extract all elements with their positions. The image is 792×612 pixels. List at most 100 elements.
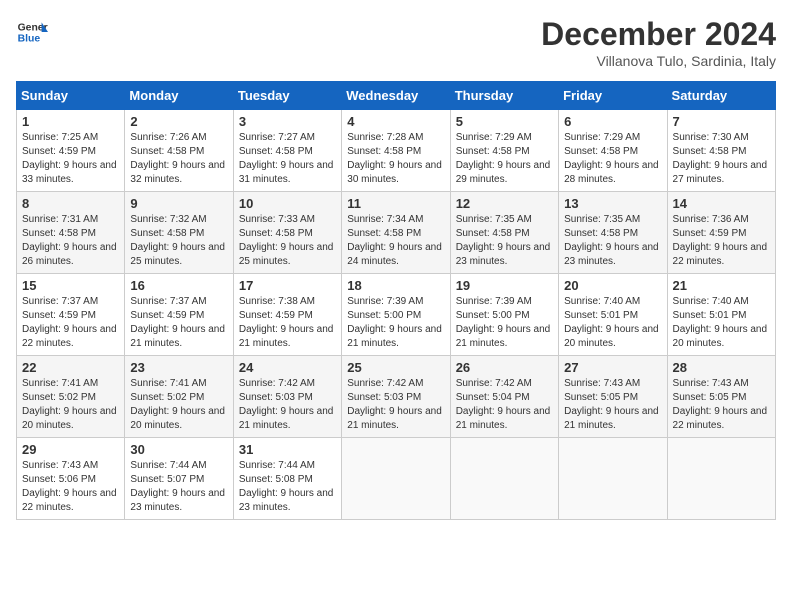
day-cell: 13 Sunrise: 7:35 AM Sunset: 4:58 PM Dayl… [559,192,667,274]
day-info: Sunrise: 7:43 AM Sunset: 5:05 PM Dayligh… [673,377,770,433]
day-info: Sunrise: 7:44 AM Sunset: 5:08 PM Dayligh… [239,459,336,515]
day-number: 7 [673,114,770,129]
day-number: 13 [564,196,661,211]
day-cell: 15 Sunrise: 7:37 AM Sunset: 4:59 PM Dayl… [17,274,125,356]
day-info: Sunrise: 7:40 AM Sunset: 5:01 PM Dayligh… [564,295,661,351]
day-cell: 9 Sunrise: 7:32 AM Sunset: 4:58 PM Dayli… [125,192,233,274]
day-info: Sunrise: 7:26 AM Sunset: 4:58 PM Dayligh… [130,131,227,187]
day-info: Sunrise: 7:33 AM Sunset: 4:58 PM Dayligh… [239,213,336,269]
week-row-3: 15 Sunrise: 7:37 AM Sunset: 4:59 PM Dayl… [17,274,776,356]
day-number: 14 [673,196,770,211]
day-number: 28 [673,360,770,375]
day-number: 21 [673,278,770,293]
svg-text:Blue: Blue [18,34,41,45]
day-cell: 22 Sunrise: 7:41 AM Sunset: 5:02 PM Dayl… [17,356,125,438]
day-cell: 26 Sunrise: 7:42 AM Sunset: 5:04 PM Dayl… [450,356,558,438]
day-info: Sunrise: 7:40 AM Sunset: 5:01 PM Dayligh… [673,295,770,351]
day-number: 1 [22,114,119,129]
day-info: Sunrise: 7:43 AM Sunset: 5:05 PM Dayligh… [564,377,661,433]
day-cell [667,438,775,520]
day-info: Sunrise: 7:43 AM Sunset: 5:06 PM Dayligh… [22,459,119,515]
day-cell: 5 Sunrise: 7:29 AM Sunset: 4:58 PM Dayli… [450,110,558,192]
day-cell: 18 Sunrise: 7:39 AM Sunset: 5:00 PM Dayl… [342,274,450,356]
day-number: 9 [130,196,227,211]
day-number: 4 [347,114,444,129]
day-cell: 25 Sunrise: 7:42 AM Sunset: 5:03 PM Dayl… [342,356,450,438]
day-info: Sunrise: 7:32 AM Sunset: 4:58 PM Dayligh… [130,213,227,269]
day-cell: 4 Sunrise: 7:28 AM Sunset: 4:58 PM Dayli… [342,110,450,192]
location-subtitle: Villanova Tulo, Sardinia, Italy [541,53,776,69]
day-info: Sunrise: 7:25 AM Sunset: 4:59 PM Dayligh… [22,131,119,187]
day-number: 5 [456,114,553,129]
day-info: Sunrise: 7:31 AM Sunset: 4:58 PM Dayligh… [22,213,119,269]
day-number: 29 [22,442,119,457]
day-info: Sunrise: 7:42 AM Sunset: 5:03 PM Dayligh… [239,377,336,433]
day-cell: 27 Sunrise: 7:43 AM Sunset: 5:05 PM Dayl… [559,356,667,438]
day-cell: 16 Sunrise: 7:37 AM Sunset: 4:59 PM Dayl… [125,274,233,356]
calendar-table: SundayMondayTuesdayWednesdayThursdayFrid… [16,81,776,520]
day-info: Sunrise: 7:29 AM Sunset: 4:58 PM Dayligh… [456,131,553,187]
day-info: Sunrise: 7:35 AM Sunset: 4:58 PM Dayligh… [564,213,661,269]
day-number: 3 [239,114,336,129]
day-cell: 29 Sunrise: 7:43 AM Sunset: 5:06 PM Dayl… [17,438,125,520]
day-info: Sunrise: 7:44 AM Sunset: 5:07 PM Dayligh… [130,459,227,515]
day-cell: 1 Sunrise: 7:25 AM Sunset: 4:59 PM Dayli… [17,110,125,192]
logo-icon: General Blue [16,16,48,48]
day-number: 17 [239,278,336,293]
day-info: Sunrise: 7:34 AM Sunset: 4:58 PM Dayligh… [347,213,444,269]
day-cell: 12 Sunrise: 7:35 AM Sunset: 4:58 PM Dayl… [450,192,558,274]
day-number: 10 [239,196,336,211]
day-cell: 24 Sunrise: 7:42 AM Sunset: 5:03 PM Dayl… [233,356,341,438]
logo: General Blue [16,16,48,48]
day-number: 16 [130,278,227,293]
day-info: Sunrise: 7:38 AM Sunset: 4:59 PM Dayligh… [239,295,336,351]
day-cell: 11 Sunrise: 7:34 AM Sunset: 4:58 PM Dayl… [342,192,450,274]
header-thursday: Thursday [450,82,558,110]
calendar-header-row: SundayMondayTuesdayWednesdayThursdayFrid… [17,82,776,110]
day-info: Sunrise: 7:35 AM Sunset: 4:58 PM Dayligh… [456,213,553,269]
day-info: Sunrise: 7:30 AM Sunset: 4:58 PM Dayligh… [673,131,770,187]
day-number: 20 [564,278,661,293]
week-row-4: 22 Sunrise: 7:41 AM Sunset: 5:02 PM Dayl… [17,356,776,438]
day-info: Sunrise: 7:29 AM Sunset: 4:58 PM Dayligh… [564,131,661,187]
day-cell: 17 Sunrise: 7:38 AM Sunset: 4:59 PM Dayl… [233,274,341,356]
header-sunday: Sunday [17,82,125,110]
day-cell: 2 Sunrise: 7:26 AM Sunset: 4:58 PM Dayli… [125,110,233,192]
day-cell: 8 Sunrise: 7:31 AM Sunset: 4:58 PM Dayli… [17,192,125,274]
header-tuesday: Tuesday [233,82,341,110]
header-friday: Friday [559,82,667,110]
page-header: General Blue December 2024 Villanova Tul… [16,16,776,69]
title-block: December 2024 Villanova Tulo, Sardinia, … [541,16,776,69]
day-number: 22 [22,360,119,375]
day-number: 18 [347,278,444,293]
day-info: Sunrise: 7:42 AM Sunset: 5:03 PM Dayligh… [347,377,444,433]
day-cell: 3 Sunrise: 7:27 AM Sunset: 4:58 PM Dayli… [233,110,341,192]
day-number: 6 [564,114,661,129]
day-number: 27 [564,360,661,375]
day-cell: 10 Sunrise: 7:33 AM Sunset: 4:58 PM Dayl… [233,192,341,274]
day-cell: 31 Sunrise: 7:44 AM Sunset: 5:08 PM Dayl… [233,438,341,520]
day-cell: 20 Sunrise: 7:40 AM Sunset: 5:01 PM Dayl… [559,274,667,356]
day-number: 30 [130,442,227,457]
day-number: 19 [456,278,553,293]
day-cell: 21 Sunrise: 7:40 AM Sunset: 5:01 PM Dayl… [667,274,775,356]
day-number: 31 [239,442,336,457]
day-info: Sunrise: 7:37 AM Sunset: 4:59 PM Dayligh… [130,295,227,351]
day-info: Sunrise: 7:42 AM Sunset: 5:04 PM Dayligh… [456,377,553,433]
header-wednesday: Wednesday [342,82,450,110]
week-row-2: 8 Sunrise: 7:31 AM Sunset: 4:58 PM Dayli… [17,192,776,274]
day-number: 8 [22,196,119,211]
day-info: Sunrise: 7:27 AM Sunset: 4:58 PM Dayligh… [239,131,336,187]
day-cell: 19 Sunrise: 7:39 AM Sunset: 5:00 PM Dayl… [450,274,558,356]
day-number: 24 [239,360,336,375]
day-cell [342,438,450,520]
day-info: Sunrise: 7:39 AM Sunset: 5:00 PM Dayligh… [456,295,553,351]
day-number: 23 [130,360,227,375]
header-monday: Monday [125,82,233,110]
day-cell: 30 Sunrise: 7:44 AM Sunset: 5:07 PM Dayl… [125,438,233,520]
month-title: December 2024 [541,16,776,53]
day-info: Sunrise: 7:41 AM Sunset: 5:02 PM Dayligh… [22,377,119,433]
day-info: Sunrise: 7:41 AM Sunset: 5:02 PM Dayligh… [130,377,227,433]
day-cell: 23 Sunrise: 7:41 AM Sunset: 5:02 PM Dayl… [125,356,233,438]
day-cell [559,438,667,520]
